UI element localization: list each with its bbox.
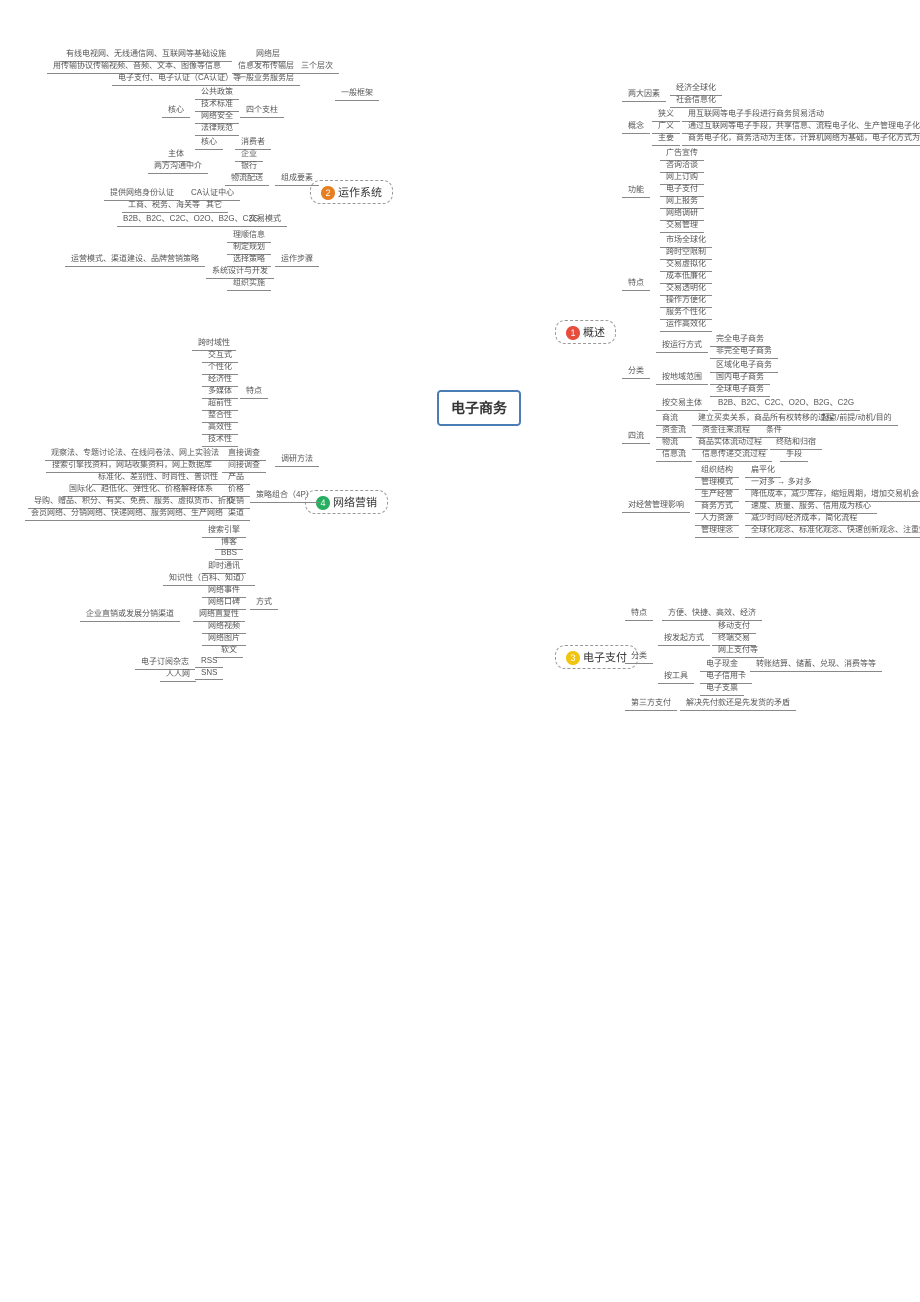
node: 按发起方式: [658, 630, 710, 646]
node: 人人网: [160, 666, 196, 682]
node: 按交易主体: [656, 395, 708, 411]
node: 调研方法: [275, 451, 319, 467]
node: 企业直销或发展分销渠道: [80, 606, 180, 622]
node: 按运行方式: [656, 337, 708, 353]
node: 起点/前提/动机/目的: [815, 410, 898, 426]
node: 按地域范围: [656, 369, 708, 385]
node: 三个层次: [295, 58, 339, 74]
node: 分类: [625, 648, 653, 664]
node: 管理理念: [695, 522, 739, 538]
node: 分类: [622, 363, 650, 379]
node: 运作步骤: [275, 251, 319, 267]
node: 特点: [622, 275, 650, 291]
node: 按工具: [658, 668, 694, 684]
root-node[interactable]: 电子商务: [437, 390, 521, 426]
node: 转账结算、储蓄、兑现、消费等等: [750, 656, 882, 672]
node: 全球化观念、标准化观念、快速创新观念、注重知识观念: [745, 522, 920, 538]
node: 一般业务服务层: [232, 70, 300, 86]
node: 主要: [652, 130, 680, 146]
node: 会员网络、分销网络、快递网络、服务网络、生产网络: [25, 505, 229, 521]
main-label: 网络营销: [333, 497, 377, 509]
node: 第三方支付: [625, 695, 677, 711]
node: 交易模式: [243, 211, 287, 227]
node: 电子支票: [700, 680, 744, 696]
node: 对经营管理影响: [622, 497, 690, 513]
node: 核心: [162, 102, 190, 118]
node: 一般框架: [335, 85, 379, 101]
node: 组织实施: [227, 275, 271, 291]
node: 特点: [625, 605, 653, 621]
main-system[interactable]: 2运作系统: [310, 180, 393, 204]
node: 功能: [622, 182, 650, 198]
node: 运营模式、渠道建设、品牌营销策略: [65, 251, 205, 267]
node: 两方沟通中介: [148, 158, 208, 174]
node: 信息传递交流过程: [696, 446, 772, 462]
node: 核心: [195, 134, 223, 150]
node: 物流配送: [225, 170, 269, 186]
node: 信息流: [656, 446, 692, 462]
node: 运作高效化: [660, 316, 712, 332]
node: 概念: [622, 118, 650, 134]
main-overview[interactable]: 1概述: [555, 320, 616, 344]
node: 策略组合（4P）: [250, 487, 320, 503]
main-label: 电子支付: [583, 652, 627, 664]
node: 交易管理: [660, 217, 704, 233]
node: 渠道: [222, 505, 250, 521]
node: 解决先付款还是先发货的矛盾: [680, 695, 796, 711]
node: 手段: [780, 446, 808, 462]
node: 四流: [622, 428, 650, 444]
node: 商务电子化，商务活动为主体，计算机网络为基础，电子化方式为手段: [682, 130, 920, 146]
node: 四个支柱: [240, 102, 284, 118]
main-label: 概述: [583, 327, 605, 339]
node: B2B、B2C、C2C、O2O、B2G、C2G: [712, 395, 860, 411]
main-label: 运作系统: [338, 187, 382, 199]
node: 组成要素: [275, 170, 319, 186]
node: 方式: [250, 594, 278, 610]
node: 两大因素: [622, 86, 666, 102]
node: 特点: [240, 383, 268, 399]
node: SNS: [195, 666, 223, 680]
